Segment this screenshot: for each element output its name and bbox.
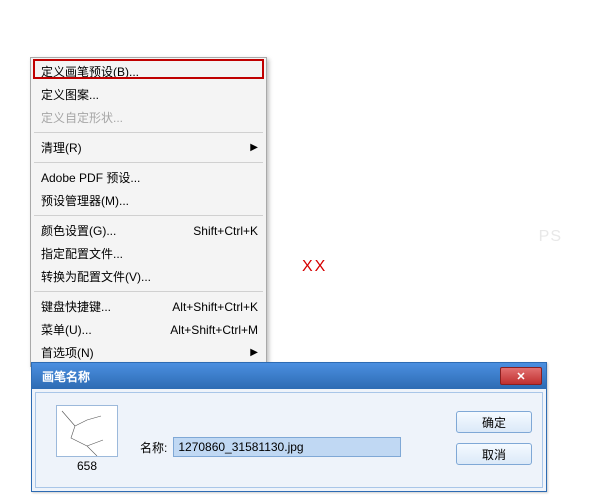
dialog-titlebar[interactable]: 画笔名称 ✕ xyxy=(32,363,546,389)
menu-item-label: Adobe PDF 预设... xyxy=(41,169,258,186)
submenu-arrow-icon: ▶ xyxy=(250,347,258,358)
menu-item-label: 定义画笔预设(B)... xyxy=(41,63,258,80)
menu-item-keyboard-shortcuts[interactable]: 键盘快捷键... Alt+Shift+Ctrl+K xyxy=(33,295,264,318)
menu-item-color-settings[interactable]: 颜色设置(G)... Shift+Ctrl+K xyxy=(33,219,264,242)
menu-separator xyxy=(34,291,263,292)
menu-item-define-pattern[interactable]: 定义图案... xyxy=(33,83,264,106)
menu-item-label: 清理(R) xyxy=(41,139,250,156)
name-field-group: 名称: xyxy=(140,405,438,473)
menu-item-define-shape: 定义自定形状... xyxy=(33,106,264,129)
brush-preview xyxy=(56,405,118,457)
context-menu: 定义画笔预设(B)... 定义图案... 定义自定形状... 清理(R) ▶ A… xyxy=(30,57,267,367)
menu-item-label: 定义自定形状... xyxy=(41,109,258,126)
menu-item-menus[interactable]: 菜单(U)... Alt+Shift+Ctrl+M xyxy=(33,318,264,341)
menu-item-assign-profile[interactable]: 指定配置文件... xyxy=(33,242,264,265)
cancel-button[interactable]: 取消 xyxy=(456,443,532,465)
close-icon: ✕ xyxy=(516,370,525,383)
dialog-body: 658 名称: 确定 取消 xyxy=(35,392,543,488)
menu-item-label: 菜单(U)... xyxy=(41,321,160,338)
menu-item-shortcut: Shift+Ctrl+K xyxy=(193,224,258,238)
dialog-buttons: 确定 取消 xyxy=(456,405,532,473)
menu-separator xyxy=(34,162,263,163)
annotation-text: XX xyxy=(302,258,327,276)
menu-item-convert-profile[interactable]: 转换为配置文件(V)... xyxy=(33,265,264,288)
menu-item-label: 定义图案... xyxy=(41,86,258,103)
menu-separator xyxy=(34,132,263,133)
menu-item-shortcut: Alt+Shift+Ctrl+M xyxy=(170,323,258,337)
menu-item-label: 颜色设置(G)... xyxy=(41,222,183,239)
crack-icon xyxy=(57,406,118,457)
menu-item-define-brush[interactable]: 定义画笔预设(B)... xyxy=(33,60,264,83)
menu-item-preset-manager[interactable]: 预设管理器(M)... xyxy=(33,189,264,212)
watermark-text: PS xyxy=(539,228,562,246)
close-button[interactable]: ✕ xyxy=(500,367,542,385)
menu-item-label: 首选项(N) xyxy=(41,344,250,361)
brush-thumbnail: 658 xyxy=(50,405,124,473)
menu-item-shortcut: Alt+Shift+Ctrl+K xyxy=(172,300,258,314)
menu-item-clean[interactable]: 清理(R) ▶ xyxy=(33,136,264,159)
dialog-title: 画笔名称 xyxy=(42,368,500,385)
brush-name-dialog: 画笔名称 ✕ 658 名称: 确定 取消 xyxy=(31,362,547,492)
menu-item-label: 预设管理器(M)... xyxy=(41,192,258,209)
menu-item-pdf-presets[interactable]: Adobe PDF 预设... xyxy=(33,166,264,189)
ok-button[interactable]: 确定 xyxy=(456,411,532,433)
submenu-arrow-icon: ▶ xyxy=(250,142,258,153)
thumbnail-caption: 658 xyxy=(77,459,97,473)
name-label: 名称: xyxy=(140,439,167,456)
menu-item-preferences[interactable]: 首选项(N) ▶ xyxy=(33,341,264,364)
menu-item-label: 指定配置文件... xyxy=(41,245,258,262)
menu-item-label: 键盘快捷键... xyxy=(41,298,162,315)
menu-item-label: 转换为配置文件(V)... xyxy=(41,268,258,285)
name-input[interactable] xyxy=(173,437,401,457)
menu-separator xyxy=(34,215,263,216)
